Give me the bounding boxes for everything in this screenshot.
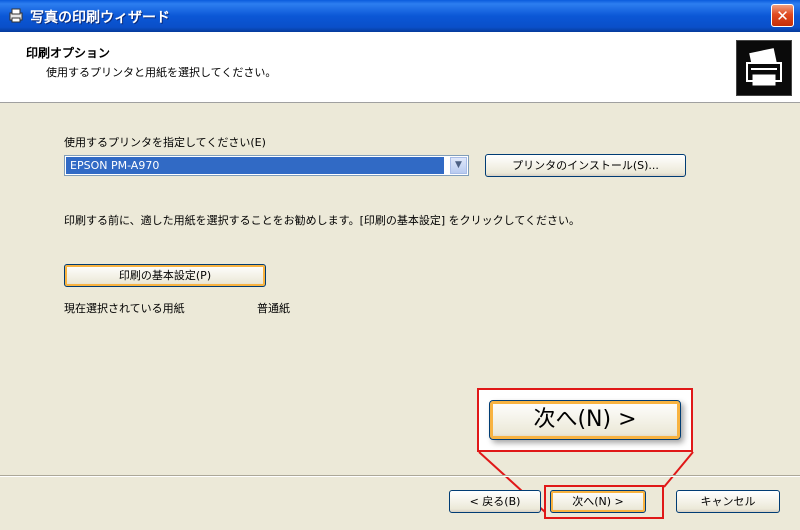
back-button[interactable]: < 戻る(B) xyxy=(449,490,541,513)
cancel-button[interactable]: キャンセル xyxy=(676,490,780,513)
zoom-callout: 次へ(N) > xyxy=(477,388,693,452)
footer-divider xyxy=(0,475,800,477)
zoomed-next-button[interactable]: 次へ(N) > xyxy=(489,400,681,440)
next-button-highlight xyxy=(544,485,664,519)
wizard-window: 写真の印刷ウィザード ✕ 印刷オプション 使用するプリンタと用紙を選択してくださ… xyxy=(0,0,800,530)
